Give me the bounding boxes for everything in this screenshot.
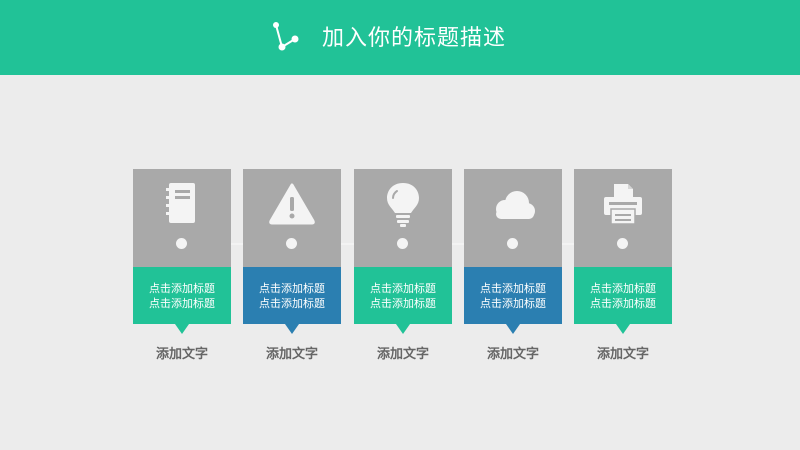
- card-text-panel: 点击添加标题 点击添加标题: [464, 267, 562, 324]
- header-bar: 加入你的标题描述: [0, 0, 800, 75]
- timeline-dot: [617, 238, 628, 249]
- timeline-dot: [507, 238, 518, 249]
- card-caption: 添加文字: [376, 347, 429, 362]
- card-5[interactable]: 点击添加标题 点击添加标题: [574, 169, 672, 334]
- card-icon-panel: [574, 169, 672, 267]
- printer-icon: [604, 184, 642, 225]
- card-text-panel: 点击添加标题 点击添加标题: [243, 267, 341, 324]
- card-title-line-2: 点击添加标题: [480, 296, 546, 310]
- card-caption: 添加文字: [596, 347, 649, 362]
- card-caption: 添加文字: [155, 347, 208, 362]
- card-title-line-1: 点击添加标题: [480, 281, 546, 295]
- card-caption: 添加文字: [486, 347, 539, 362]
- card-text-panel: 点击添加标题 点击添加标题: [133, 267, 231, 324]
- card-3[interactable]: 点击添加标题 点击添加标题: [354, 169, 452, 334]
- document-icon: [166, 183, 195, 223]
- card-4[interactable]: 点击添加标题 点击添加标题: [464, 169, 562, 334]
- timeline-dot: [397, 238, 408, 249]
- pointer-arrow: [396, 324, 410, 334]
- card-title-line-1: 点击添加标题: [259, 281, 325, 295]
- pointer-arrow: [285, 324, 299, 334]
- card-title-line-2: 点击添加标题: [259, 296, 325, 310]
- pointer-arrow: [616, 324, 630, 334]
- card-text-panel: 点击添加标题 点击添加标题: [354, 267, 452, 324]
- cloud-icon: [496, 191, 535, 219]
- card-caption: 添加文字: [265, 347, 318, 362]
- pointer-arrow: [175, 324, 189, 334]
- pointer-arrow: [506, 324, 520, 334]
- share-nodes-icon: [273, 22, 299, 51]
- card-text-panel: 点击添加标题 点击添加标题: [574, 267, 672, 324]
- card-title-line-1: 点击添加标题: [370, 281, 436, 295]
- card-1[interactable]: 点击添加标题 点击添加标题: [133, 169, 231, 334]
- lightbulb-icon: [387, 183, 419, 227]
- card-icon-panel: [464, 169, 562, 267]
- card-title-line-1: 点击添加标题: [590, 281, 656, 295]
- timeline-dot: [176, 238, 187, 249]
- card-icon-panel: [133, 169, 231, 267]
- card-title-line-2: 点击添加标题: [149, 296, 215, 310]
- card-title-line-1: 点击添加标题: [149, 281, 215, 295]
- card-2[interactable]: 点击添加标题 点击添加标题: [243, 169, 341, 334]
- page-title: 加入你的标题描述: [322, 26, 507, 51]
- card-icon-panel: [243, 169, 341, 267]
- card-title-line-2: 点击添加标题: [370, 296, 436, 310]
- warning-icon: [269, 183, 315, 225]
- timeline-dot: [286, 238, 297, 249]
- card-title-line-2: 点击添加标题: [590, 296, 656, 310]
- card-icon-panel: [354, 169, 452, 267]
